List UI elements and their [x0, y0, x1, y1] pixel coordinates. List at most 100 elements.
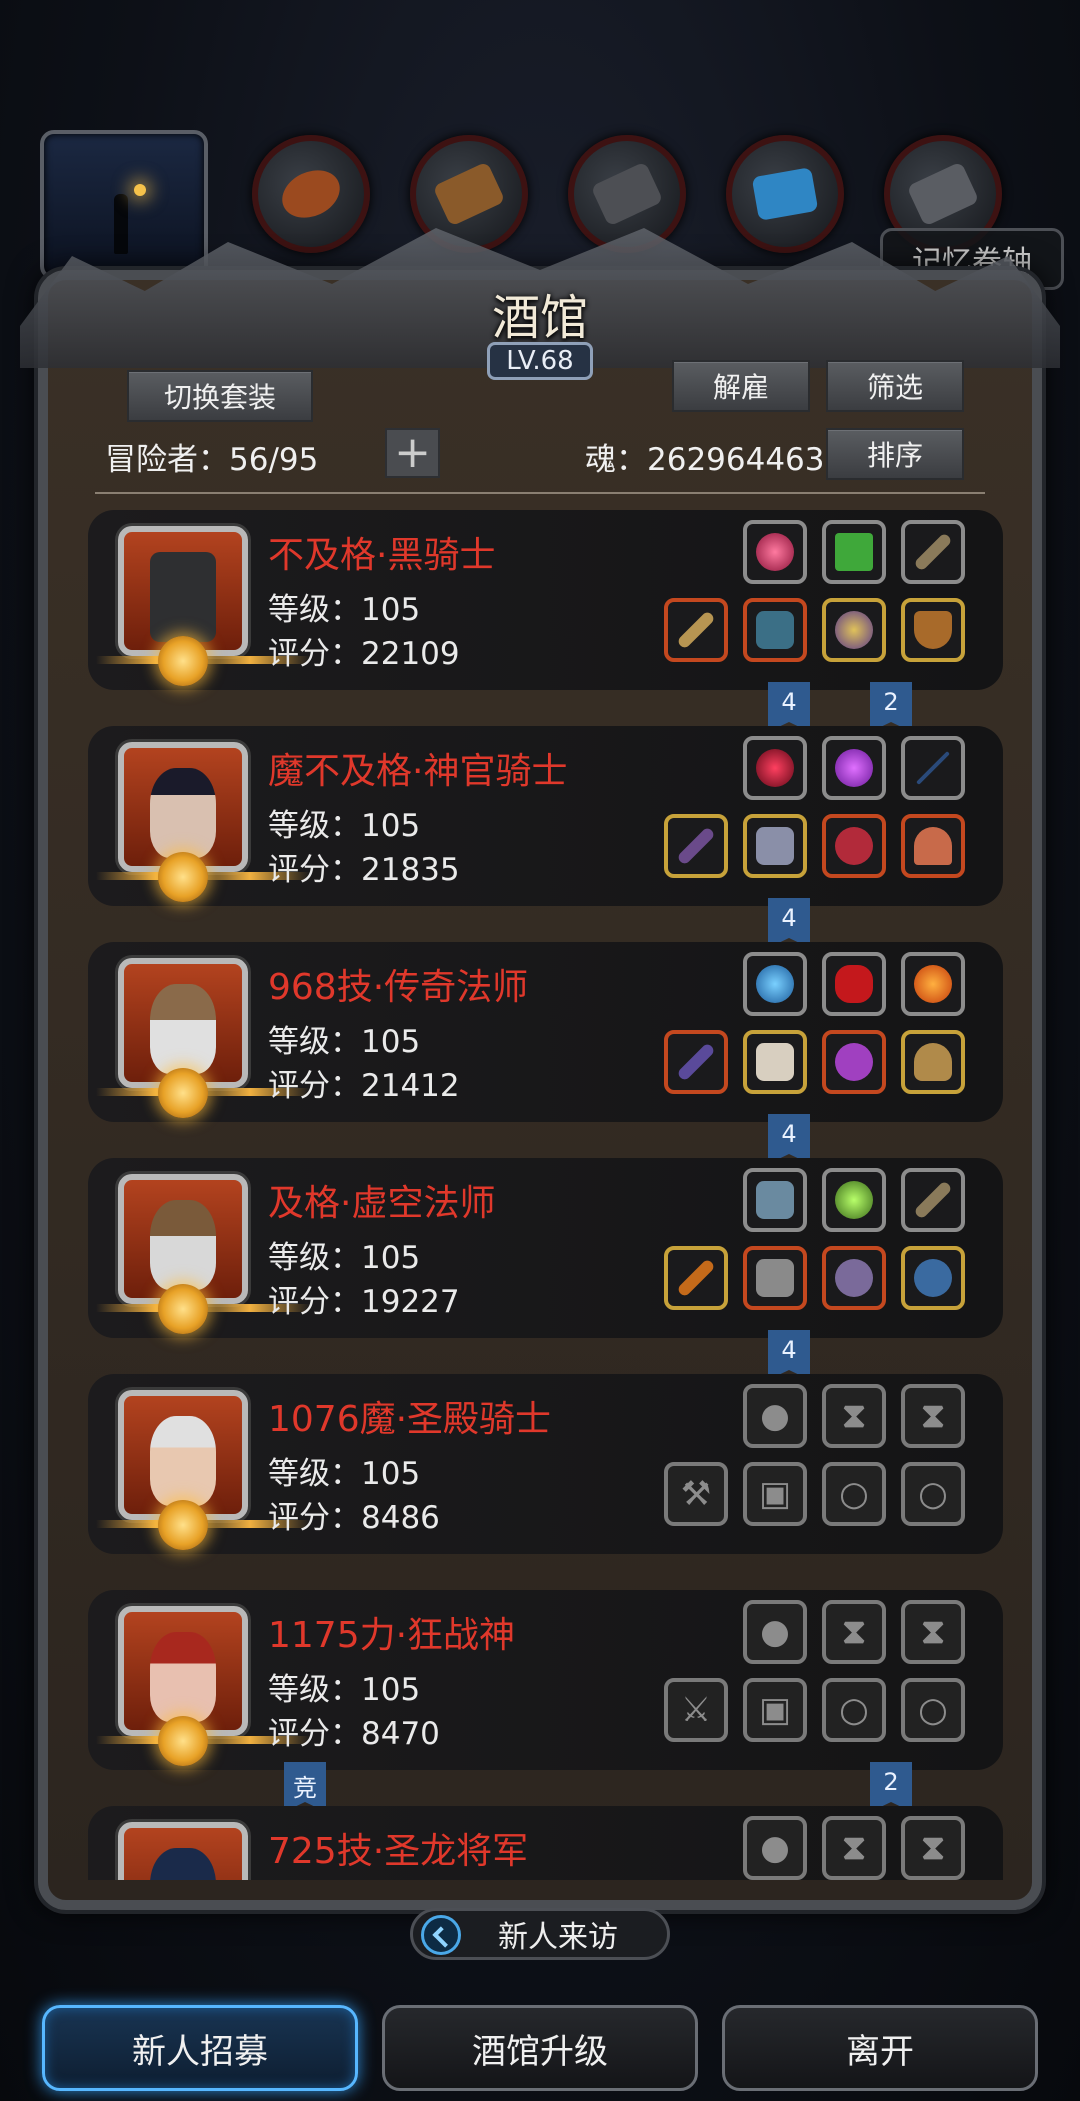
- pendant-slot[interactable]: [901, 1246, 965, 1310]
- adventurer-row[interactable]: 1076魔·圣殿骑士 等级：105 评分：8486 ● ⧗ ⧗ ⚒ ▣ ○ ○: [88, 1374, 1003, 1554]
- sun-rank-icon: [158, 1284, 208, 1334]
- sun-rank-icon: [158, 852, 208, 902]
- necklace-slot[interactable]: [822, 814, 886, 878]
- sword-slot[interactable]: [664, 598, 728, 662]
- adventurer-row[interactable]: 1175力·狂战神 等级：105 评分：8470 ● ⧗ ⧗ ⚔ ▣ ○ ○: [88, 1590, 1003, 1770]
- adventurer-name: 不及格·黑骑士: [268, 535, 496, 576]
- adventurer-name: 及格·虚空法师: [268, 1183, 496, 1224]
- empty-armor-slot[interactable]: ▣: [743, 1678, 807, 1742]
- staff-slot[interactable]: [664, 814, 728, 878]
- top-strip: 记忆卷轴: [0, 0, 1080, 290]
- panel-title: 酒馆: [491, 290, 588, 346]
- empty-hourglass-slot[interactable]: ⧗: [822, 1600, 886, 1664]
- adventurer-name: 魔不及格·神官骑士: [268, 751, 568, 792]
- adventurer-row[interactable]: 魔不及格·神官骑士 等级：105 评分：21835: [88, 726, 1003, 906]
- adventurer-row[interactable]: 及格·虚空法师 等级：105 评分：19227: [88, 1158, 1003, 1338]
- adventurer-list[interactable]: 不及格·黑骑士 等级：105 评分：22109 4 2 魔不及格·神官骑士 等级…: [88, 510, 1008, 1880]
- amulet-slot[interactable]: [822, 598, 886, 662]
- fire-staff-slot[interactable]: [664, 1246, 728, 1310]
- tag-badge: 4: [768, 682, 810, 732]
- adventurer-avatar: [118, 1822, 248, 1880]
- sun-rank-icon: [158, 1500, 208, 1550]
- tag-badge: 4: [768, 1114, 810, 1164]
- adventurer-row[interactable]: 725技·圣龙将军 ● ⧗ ⧗: [88, 1806, 1003, 1880]
- adventurer-row[interactable]: 968技·传奇法师 等级：105 评分：21412: [88, 942, 1003, 1122]
- adventurer-level: 等级：105: [268, 1240, 421, 1276]
- tag-badge: 4: [768, 898, 810, 948]
- meat-material-icon[interactable]: [252, 135, 370, 253]
- empty-weapon-slot[interactable]: ⚔: [664, 1678, 728, 1742]
- axe-icon: ⚔: [680, 1690, 712, 1730]
- tag-badge: 4: [768, 1330, 810, 1380]
- staff-slot[interactable]: [664, 1030, 728, 1094]
- fire-orb-slot[interactable]: [901, 952, 965, 1016]
- figure-silhouette-icon: [114, 194, 128, 254]
- armor-icon: ▣: [758, 1474, 792, 1514]
- ring-icon: ○: [918, 1690, 948, 1730]
- sort-button[interactable]: 排序: [826, 428, 964, 480]
- empty-hourglass-slot[interactable]: ⧗: [901, 1600, 965, 1664]
- medal-slot[interactable]: [901, 814, 965, 878]
- adventurer-row[interactable]: 不及格·黑骑士 等级：105 评分：22109: [88, 510, 1003, 690]
- adventurer-score: 评分：19227: [268, 1284, 460, 1320]
- empty-potion-slot[interactable]: ●: [743, 1384, 807, 1448]
- green-scroll-slot[interactable]: [822, 520, 886, 584]
- empty-hourglass-slot[interactable]: ⧗: [901, 1816, 965, 1880]
- empty-hourglass-slot[interactable]: ⧗: [822, 1384, 886, 1448]
- empty-hourglass-slot[interactable]: ⧗: [901, 1384, 965, 1448]
- hourglass-icon: ⧗: [842, 1396, 866, 1436]
- empty-potion-slot[interactable]: ●: [743, 1600, 807, 1664]
- tavern-upgrade-button[interactable]: 酒馆升级: [382, 2005, 698, 2091]
- sun-rank-icon: [158, 636, 208, 686]
- empty-weapon-slot[interactable]: ⚒: [664, 1462, 728, 1526]
- add-capacity-button[interactable]: +: [385, 428, 440, 478]
- dismiss-button[interactable]: 解雇: [672, 360, 810, 412]
- armor-slot[interactable]: [743, 814, 807, 878]
- empty-ring-slot[interactable]: ○: [901, 1462, 965, 1526]
- armor-slot[interactable]: [743, 1246, 807, 1310]
- adventurer-level: 等级：105: [268, 1024, 421, 1060]
- amulet-slot[interactable]: [822, 1030, 886, 1094]
- purple-gem-slot[interactable]: [822, 736, 886, 800]
- blue-orb-slot[interactable]: [743, 952, 807, 1016]
- empty-hourglass-slot[interactable]: ⧗: [822, 1816, 886, 1880]
- filter-button[interactable]: 筛选: [826, 360, 964, 412]
- ruby-ring-slot[interactable]: [743, 736, 807, 800]
- empty-armor-slot[interactable]: ▣: [743, 1462, 807, 1526]
- armor-slot[interactable]: [743, 598, 807, 662]
- gauntlet-slot[interactable]: [743, 1168, 807, 1232]
- empty-ring-slot[interactable]: ○: [901, 1678, 965, 1742]
- ring-icon: ○: [918, 1474, 948, 1514]
- adventurer-score: 评分：21412: [268, 1068, 460, 1104]
- spiked-armor-slot[interactable]: [822, 1246, 886, 1310]
- switch-set-button[interactable]: 切换套装: [127, 370, 313, 422]
- newcomer-visit-button[interactable]: 新人来访: [410, 1908, 670, 1960]
- hourglass-icon: ⧗: [842, 1612, 866, 1652]
- empty-ring-slot[interactable]: ○: [822, 1462, 886, 1526]
- crossbow-slot[interactable]: [901, 1168, 965, 1232]
- lamp-icon: [134, 184, 146, 196]
- empty-ring-slot[interactable]: ○: [822, 1678, 886, 1742]
- adventurer-level: 等级：105: [268, 1456, 421, 1492]
- red-stone-slot[interactable]: [822, 952, 886, 1016]
- adventurer-score: 评分：22109: [268, 636, 460, 672]
- bell-slot[interactable]: [901, 1030, 965, 1094]
- leave-button[interactable]: 离开: [722, 2005, 1038, 2091]
- bow-slot[interactable]: [901, 736, 965, 800]
- shield-slot[interactable]: [901, 598, 965, 662]
- ring-icon: ○: [839, 1690, 869, 1730]
- tavern-portrait-thumb[interactable]: [40, 130, 208, 280]
- crystal-material-icon[interactable]: [726, 135, 844, 253]
- robe-slot[interactable]: [743, 1030, 807, 1094]
- adventurer-count: 冒险者：56/95: [105, 442, 319, 478]
- rune-gem-slot[interactable]: [743, 520, 807, 584]
- hourglass-icon: ⧗: [921, 1612, 945, 1652]
- crossbow-slot[interactable]: [901, 520, 965, 584]
- recruit-button[interactable]: 新人招募: [42, 2005, 358, 2091]
- drop-icon: ●: [760, 1828, 790, 1868]
- empty-potion-slot[interactable]: ●: [743, 1816, 807, 1880]
- lantern-slot[interactable]: [822, 1168, 886, 1232]
- hammer-icon: ⚒: [680, 1474, 712, 1514]
- hourglass-icon: ⧗: [921, 1828, 945, 1868]
- header-divider: [95, 492, 985, 494]
